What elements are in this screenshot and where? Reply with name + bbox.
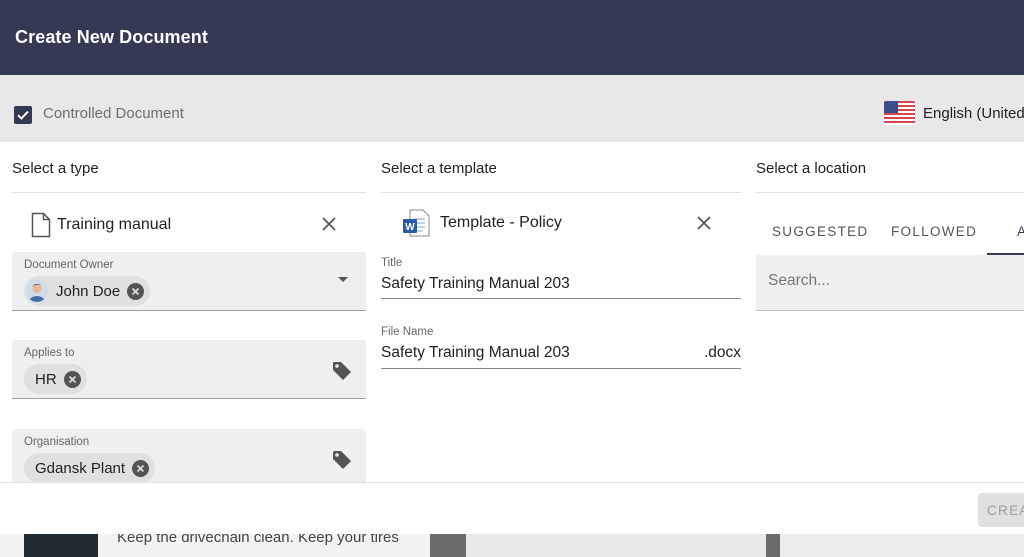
selected-template-label: Template - Policy	[440, 214, 562, 231]
tab-followed[interactable]: FOLLOWED	[891, 204, 977, 239]
organisation-field[interactable]: Organisation Gdansk Plant	[12, 429, 366, 489]
dialog-header: Create New Document	[0, 0, 1024, 75]
applies-to-chip-label: HR	[35, 370, 57, 388]
clear-template-close-icon[interactable]	[693, 212, 715, 234]
title-field[interactable]: Title Safety Training Manual 203	[381, 257, 741, 299]
search-input[interactable]	[768, 272, 1024, 290]
applies-to-chip[interactable]: HR	[24, 364, 87, 394]
location-tabs: SUGGESTED FOLLOWED A	[756, 204, 1024, 255]
controlled-document-checkbox[interactable]	[14, 106, 32, 124]
file-extension: .docx	[703, 344, 741, 361]
file-name-label: File Name	[381, 326, 434, 338]
remove-applies-close-icon[interactable]	[63, 370, 81, 388]
organisation-label: Organisation	[24, 436, 90, 448]
check-icon	[17, 110, 29, 120]
type-heading: Select a type	[12, 142, 366, 193]
selected-template[interactable]: W Template - Policy	[381, 206, 741, 240]
dropdown-arrow-icon[interactable]	[338, 277, 348, 282]
word-document-icon: W	[403, 209, 430, 237]
location-search[interactable]	[756, 255, 1024, 311]
title-label: Title	[381, 257, 403, 269]
tab-all[interactable]: A	[1017, 204, 1024, 239]
dialog-footer: CREA	[0, 482, 1024, 534]
owner-chip-label: John Doe	[56, 282, 121, 300]
svg-text:W: W	[405, 222, 415, 233]
organisation-chip-label: Gdansk Plant	[35, 459, 126, 477]
title-value[interactable]: Safety Training Manual 203	[381, 275, 570, 293]
applies-to-field[interactable]: Applies to HR	[12, 340, 366, 399]
template-column: Select a template W Template - Policy Ti…	[381, 142, 741, 369]
selected-type[interactable]: Training manual	[12, 208, 366, 242]
type-column: Select a type Training manual Document O…	[12, 142, 366, 489]
file-name-field[interactable]: File Name Safety Training Manual 203 .do…	[381, 326, 741, 369]
tab-suggested[interactable]: SUGGESTED	[772, 204, 868, 239]
tag-icon[interactable]	[331, 360, 353, 382]
file-name-value[interactable]: Safety Training Manual 203	[381, 344, 570, 362]
document-icon	[31, 212, 51, 238]
organisation-chip[interactable]: Gdansk Plant	[24, 453, 156, 483]
dialog-title: Create New Document	[15, 27, 208, 47]
document-owner-label: Document Owner	[24, 259, 114, 271]
location-heading: Select a location	[756, 142, 1024, 193]
create-document-dialog: Create New Document Controlled Document	[0, 0, 1024, 534]
location-column: Select a location SUGGESTED FOLLOWED A	[756, 142, 1024, 311]
tag-icon[interactable]	[331, 449, 353, 471]
language-selector[interactable]: English (United	[884, 101, 1024, 125]
language-label: English (United	[923, 104, 1024, 122]
clear-type-close-icon[interactable]	[318, 213, 340, 235]
controlled-document-label[interactable]: Controlled Document	[43, 105, 184, 122]
options-bar: Controlled Document English (United	[0, 75, 1024, 142]
template-heading: Select a template	[381, 142, 741, 193]
applies-to-label: Applies to	[24, 347, 75, 359]
avatar	[26, 280, 48, 302]
remove-organisation-close-icon[interactable]	[132, 459, 150, 477]
owner-chip[interactable]: John Doe	[24, 276, 151, 306]
selected-type-label: Training manual	[57, 216, 172, 233]
create-button[interactable]: CREA	[978, 493, 1024, 527]
document-owner-field[interactable]: Document Owner John Doe	[12, 252, 366, 311]
remove-owner-close-icon[interactable]	[127, 282, 145, 300]
us-flag-icon	[884, 101, 915, 125]
